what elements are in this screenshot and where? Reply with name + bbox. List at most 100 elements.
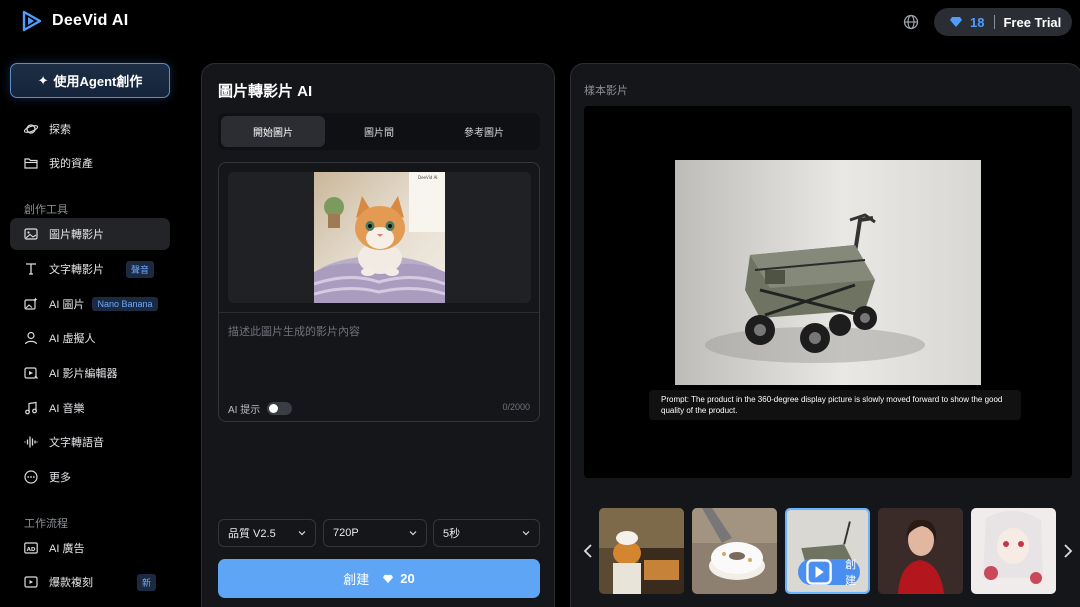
ai-hint-toggle[interactable]: AI 提示 [228,401,293,416]
resolution-select[interactable]: 720P [323,519,427,547]
image-sparkle-icon [24,297,38,311]
music-icon [24,401,38,415]
agent-create-button[interactable]: ✦ 使用Agent創作 [10,63,170,98]
chevron-down-icon [298,531,306,536]
sidebar-item-label: 圖片轉影片 [49,229,104,241]
thumbnail-donut[interactable] [692,508,777,594]
prompt-caption: Prompt: The product in the 360-degree di… [649,390,1021,420]
svg-text:AD: AD [27,547,36,553]
sidebar-item-label: 我的資產 [49,158,93,170]
section-label-tools: 創作工具 [24,204,68,216]
create-button[interactable]: 創建 20 [218,559,540,598]
credits-button[interactable]: 18 Free Trial [934,8,1072,36]
sidebar-item-video-editor[interactable]: AI 影片編輯器 [10,357,170,389]
thumbnail-create-label: 創建 [845,559,857,587]
thumbnail-anime[interactable] [971,508,1056,594]
diamond-icon [950,17,962,27]
quality-value: 品質 V2.5 [228,528,276,540]
divider [219,312,539,313]
sidebar-item-image-to-video[interactable]: 圖片轉影片 [10,218,170,250]
sidebar-item-label: AI 廣告 [49,543,85,555]
sidebar-item-viral-replicate[interactable]: 爆款複刻 新 [10,566,170,598]
sidebar-item-label: 更多 [49,472,71,484]
video-edit-icon [24,366,38,380]
new-badge: 新 [137,573,157,591]
app-name: DeeVid AI [52,12,129,29]
sidebar-item-assets[interactable]: 我的資產 [10,147,170,179]
logo[interactable]: DeeVid AI [22,10,129,32]
replicate-icon [24,575,38,589]
sample-video-player[interactable]: Prompt: The product in the 360-degree di… [584,106,1072,478]
tab-reference-image[interactable]: 參考圖片 [432,116,536,147]
thumbnail-portrait[interactable] [878,508,963,594]
sidebar-item-ai-music[interactable]: AI 音樂 [10,392,170,424]
text-icon [24,262,38,276]
credits-count: 18 [970,14,985,30]
logo-icon [22,10,42,32]
divider [994,15,996,29]
sound-badge: 聲音 [126,260,155,278]
mode-tabs: 開始圖片 圖片間 參考圖片 [218,113,540,150]
quality-select[interactable]: 品質 V2.5 [218,519,316,547]
play-icon [806,559,832,585]
sidebar-item-label: AI 虛擬人 [49,333,96,345]
sidebar-item-label: AI 音樂 [49,403,85,415]
sidebar-item-label: 探索 [49,124,71,136]
sparkle-icon: ✦ [37,72,49,88]
sidebar-item-ai-image[interactable]: AI 圖片 Nano Banana [10,288,170,320]
portrait-image [878,508,963,594]
image-icon [24,227,38,241]
tab-start-image[interactable]: 開始圖片 [221,116,325,147]
wagon-video-frame [675,160,981,385]
waveform-icon [24,435,38,449]
diamond-icon [383,574,394,583]
duration-value: 5秒 [443,528,461,540]
donut-image [692,508,777,594]
resolution-value: 720P [333,527,359,539]
thumbnail-chef-cat[interactable] [599,508,684,594]
folder-icon [24,156,38,170]
sample-thumbnails: 創建 [571,508,1080,596]
tab-between-images[interactable]: 圖片間 [327,116,431,147]
create-cost: 20 [400,571,415,586]
toggle-switch[interactable] [267,402,293,415]
char-counter: 0/2000 [502,402,530,412]
top-bar: DeeVid AI 18 Free Trial [0,0,1080,44]
nano-banana-badge: Nano Banana [92,297,158,311]
sidebar-item-text-to-video[interactable]: 文字轉影片 聲音 [10,253,170,285]
thumbnail-create-button[interactable]: 創建 [798,559,860,587]
sidebar-item-text-to-speech[interactable]: 文字轉語音 [10,426,170,458]
prompt-input[interactable]: 描述此圖片生成的影片內容 [228,323,360,339]
chef-cat-image [599,508,684,594]
sidebar-item-label: AI 圖片 [49,299,85,311]
page-title: 圖片轉影片 AI [218,83,313,100]
sidebar-item-explore[interactable]: 探索 [10,113,170,145]
chevron-right-icon[interactable] [1062,544,1074,558]
uploaded-cat-image: DeeVid AI [314,172,445,303]
sample-panel: 樣本影片 Prompt: The product in the 360-degr… [570,63,1080,607]
more-icon [24,470,38,484]
ad-icon: AD [24,541,38,555]
sidebar-item-label: AI 影片編輯器 [49,368,118,380]
sample-video-label: 樣本影片 [584,85,628,97]
sidebar-item-ai-ads[interactable]: AD AI 廣告 [10,532,170,564]
free-trial-label: Free Trial [1003,14,1062,30]
agent-create-label: 使用Agent創作 [53,74,143,89]
sidebar-item-more[interactable]: 更多 [10,461,170,493]
sidebar-item-label: 文字轉語音 [49,437,104,449]
thumbnail-wagon-selected[interactable]: 創建 [785,508,870,594]
globe-icon[interactable] [902,13,920,31]
upload-box: DeeVid AI 描述此圖片生成的影片內容 AI 提示 0/2000 [218,162,540,422]
person-icon [24,331,38,345]
chevron-down-icon [409,531,417,536]
chevron-left-icon[interactable] [582,544,594,558]
uploaded-image-area[interactable]: DeeVid AI [228,172,531,303]
duration-select[interactable]: 5秒 [433,519,540,547]
create-label: 創建 [343,572,370,587]
ai-hint-label: AI 提示 [228,405,261,416]
sidebar-item-label: 爆款複刻 [49,577,93,589]
sidebar-item-ai-avatar[interactable]: AI 虛擬人 [10,322,170,354]
planet-icon [24,122,38,136]
editor-panel: 圖片轉影片 AI 開始圖片 圖片間 參考圖片 DeeVid AI 描述此圖片生成… [201,63,555,607]
chevron-down-icon [522,531,530,536]
